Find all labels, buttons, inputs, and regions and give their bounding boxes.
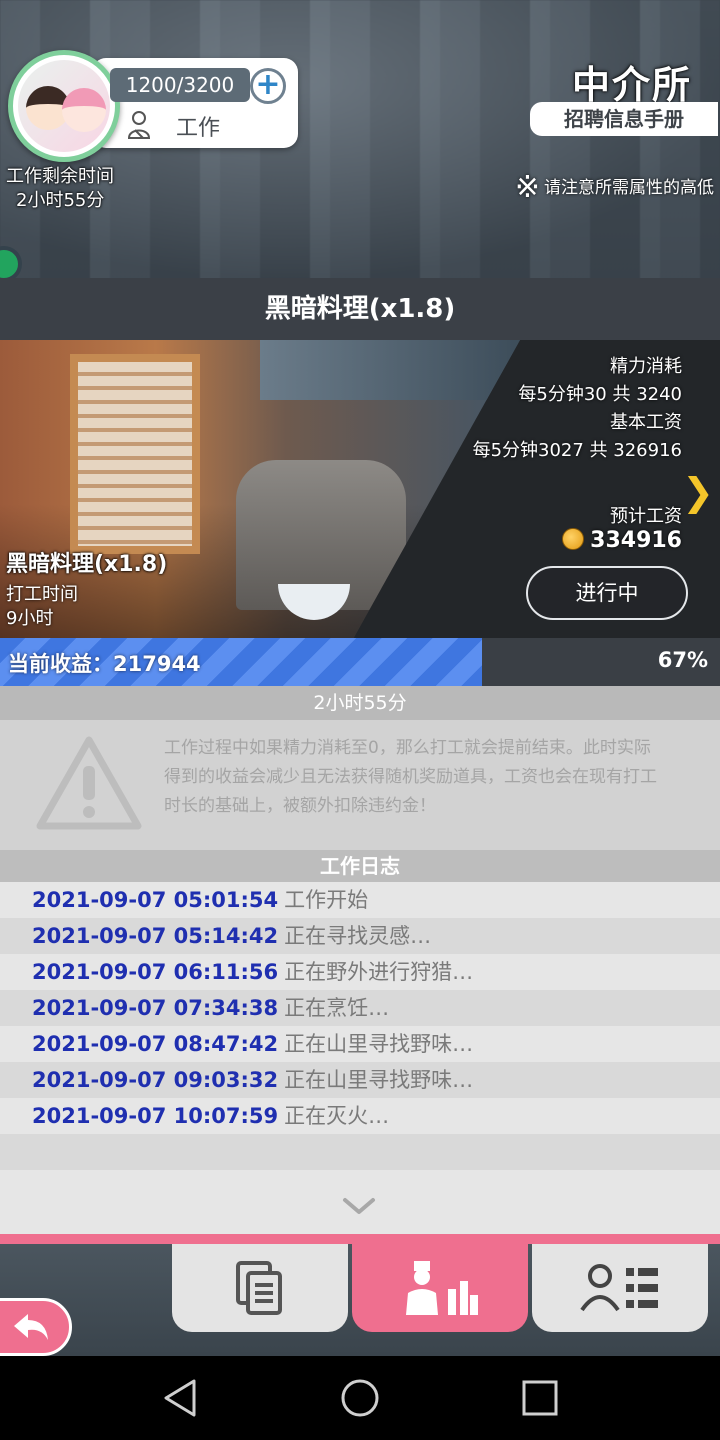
page-title: 中介所 [571,63,692,107]
log-time: 2021-09-07 05:01:54 [32,888,279,912]
expected-wage-label: 预计工资 [610,506,682,527]
note-text: 请注意所需属性的高低 [544,178,714,198]
avatar-portrait [18,60,110,152]
log-message: 正在寻找灵感… [284,924,432,948]
job-status-label: 工作 [176,116,221,141]
stamina-cost-label: 精力消耗 [610,356,682,377]
coin-icon [562,528,585,550]
log-entry: 2021-09-07 07:34:38 正在烹饪… [0,990,720,1026]
stamina-cost-value: 每5分钟30 共 3240 [518,384,682,405]
warning-icon [36,736,142,830]
base-wage-label: 基本工资 [610,412,682,433]
character-portrait-b [62,88,106,132]
back-arrow-icon [14,1314,48,1340]
job-card: 黑暗料理(x1.8) 打工时间 9小时 精力消耗 每5分钟30 共 3240 基… [0,340,720,638]
shelf-illustration [260,340,520,400]
log-time: 2021-09-07 05:14:42 [32,924,279,948]
work-duration-label: 打工时间 [6,584,78,605]
log-message: 正在山里寻找野味… [284,1068,474,1092]
remaining-time-bar: 2小时55分 [0,686,720,720]
earnings-progress-bar: 当前收益：217944 67% [0,638,720,686]
system-recents-icon[interactable] [522,1378,558,1418]
back-button[interactable] [0,1298,72,1356]
log-entry: 2021-09-07 10:07:59 正在灭火… [0,1098,720,1134]
log-entry: 2021-09-07 08:47:42 正在山里寻找野味… [0,1026,720,1062]
log-time: 2021-09-07 07:34:38 [32,996,279,1020]
work-log-header: 工作日志 [0,850,720,882]
energy-counter: 1200/3200 [110,68,250,102]
log-entry: 2021-09-07 05:14:42 正在寻找灵感… [0,918,720,954]
worker-status-icon [127,111,151,139]
player-avatar[interactable] [8,50,120,162]
tab-character-list[interactable] [532,1244,708,1332]
bowl-illustration [278,584,350,620]
system-home-icon[interactable] [340,1378,380,1418]
note-mark: ※ [514,170,540,205]
log-time: 2021-09-07 06:11:56 [32,960,279,984]
profile-list-icon [580,1264,658,1312]
job-card-name: 黑暗料理(x1.8) [6,552,168,577]
log-message: 正在灭火… [284,1104,390,1128]
nav-accent-line [0,1234,720,1244]
job-status-button[interactable]: 进行中 [526,566,688,620]
window-illustration [70,354,200,554]
log-entry-empty [0,1134,720,1170]
warning-text: 工作过程中如果精力消耗至0，那么打工就会提前结束。此时实际得到的收益会减少且无法… [164,738,657,816]
expected-wage: 334916 [562,528,682,553]
tab-working[interactable] [352,1244,528,1332]
current-earnings: 当前收益：217944 [8,652,201,676]
log-message: 正在烹饪… [284,996,390,1020]
log-message: 正在山里寻找野味… [284,1032,474,1056]
document-icon [236,1261,282,1315]
progress-percent: 67% [657,648,708,672]
recruitment-handbook-button[interactable]: 招聘信息手册 [530,102,718,136]
log-time: 2021-09-07 09:03:32 [32,1068,279,1092]
base-wage-value: 每5分钟3027 共 326916 [472,440,682,461]
log-time: 2021-09-07 10:07:59 [32,1104,279,1128]
job-title-header: 黑暗料理(x1.8) [0,278,720,340]
chevron-down-icon[interactable] [342,1196,376,1216]
kitchen-illustration [0,340,520,638]
log-entry: 2021-09-07 06:11:56 正在野外进行狩猎… [0,954,720,990]
warning-box: 工作过程中如果精力消耗至0，那么打工就会提前结束。此时实际得到的收益会减少且无法… [0,720,720,850]
work-duration-value: 9小时 [6,608,54,629]
system-navigation-bar [0,1356,720,1440]
log-entry: 2021-09-07 09:03:32 正在山里寻找野味… [0,1062,720,1098]
remaining-time-label: 工作剩余时间 [6,166,114,187]
system-back-icon[interactable] [162,1378,198,1418]
work-log-list[interactable]: 2021-09-07 05:01:54 工作开始 2021-09-07 05:14… [0,882,720,1234]
add-energy-button[interactable]: + [250,68,286,104]
worker-icon [406,1261,478,1315]
log-message: 工作开始 [284,888,369,912]
next-job-arrow-icon[interactable]: ❯ [682,470,714,514]
tab-job-list[interactable] [172,1244,348,1332]
expected-wage-value: 334916 [590,528,682,553]
log-message: 正在野外进行狩猎… [284,960,474,984]
log-time: 2021-09-07 08:47:42 [32,1032,279,1056]
remaining-time-value: 2小时55分 [16,190,105,211]
attribute-note: ※ 请注意所需属性的高低 [515,170,714,205]
log-entry: 2021-09-07 05:01:54 工作开始 [0,882,720,918]
